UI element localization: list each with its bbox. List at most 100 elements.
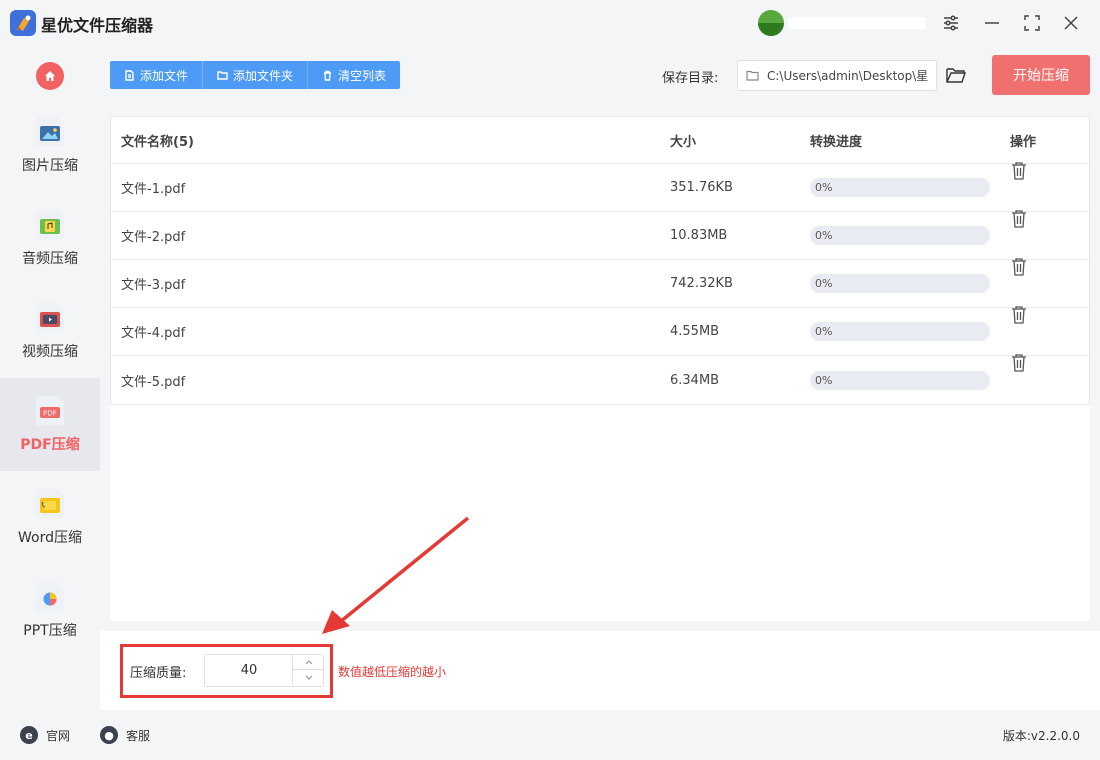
table-header: 文件名称(5) 大小 转换进度 操作 — [111, 117, 1089, 164]
increment-button[interactable] — [292, 655, 324, 670]
file-name: 文件-1.pdf — [121, 182, 186, 197]
progress-bar: 0% — [810, 322, 990, 341]
sidebar-item-label: 音频压缩 — [22, 250, 78, 267]
header-action: 操作 — [1010, 134, 1037, 150]
add-file-button[interactable]: 添加文件 — [110, 61, 204, 89]
app-logo-icon — [10, 10, 36, 36]
file-size: 4.55MB — [670, 324, 720, 339]
decrement-button[interactable] — [292, 670, 324, 685]
table-row[interactable]: 文件-3.pdf 742.32KB 0% — [111, 257, 1089, 308]
file-name: 文件-5.pdf — [121, 374, 186, 390]
maximize-icon[interactable] — [1019, 10, 1045, 36]
file-size: 6.34MB — [670, 372, 720, 388]
file-size: 351.76KB — [670, 180, 733, 195]
sidebar-item-label: PDF压缩 — [20, 436, 80, 453]
clear-list-label: 清空列表 — [338, 68, 387, 83]
header-name: 文件名称(5) — [121, 134, 194, 150]
sidebar-item-label: 视频压缩 — [22, 343, 78, 360]
word-compress-icon — [36, 488, 64, 519]
progress-bar: 0% — [810, 178, 990, 197]
close-icon[interactable] — [1058, 10, 1084, 36]
home-icon — [45, 71, 55, 81]
file-name: 文件-2.pdf — [121, 230, 186, 245]
audio-compress-icon — [36, 209, 64, 240]
website-link[interactable]: e 官网 — [20, 726, 70, 744]
add-folder-label: 添加文件夹 — [233, 68, 294, 83]
website-label: 官网 — [46, 728, 71, 743]
save-dir-label: 保存目录: — [662, 71, 719, 86]
video-compress-icon — [36, 302, 64, 333]
sidebar: 图片压缩 音频压缩 视频压缩 PDF PDF压缩 Word压缩 PPT压缩 — [0, 46, 100, 710]
table-row[interactable]: 文件-2.pdf 10.83MB 0% — [111, 209, 1089, 260]
browser-icon: e — [20, 726, 38, 744]
quality-hint: 数值越低压缩的越小 — [338, 665, 447, 679]
file-name: 文件-3.pdf — [121, 278, 186, 293]
header-size: 大小 — [670, 134, 697, 150]
progress-text: 0% — [815, 181, 833, 194]
progress-bar: 0% — [810, 274, 990, 293]
delete-row-icon[interactable] — [1010, 353, 1028, 373]
progress-text: 0% — [815, 373, 833, 387]
sidebar-item-video[interactable]: 视频压缩 — [0, 285, 100, 378]
support-link[interactable]: ● 客服 — [100, 726, 150, 744]
delete-row-icon[interactable] — [1010, 209, 1028, 229]
file-toolbar: 添加文件 添加文件夹 清空列表 — [110, 61, 401, 89]
folder-outline-icon — [746, 70, 759, 81]
chevron-up-icon — [305, 659, 312, 664]
file-list-panel: 文件名称(5) 大小 转换进度 操作 文件-1.pdf 351.76KB 0% … — [110, 116, 1090, 621]
delete-row-icon[interactable] — [1010, 257, 1028, 277]
user-avatar[interactable] — [758, 10, 784, 36]
start-compress-button[interactable]: 开始压缩 — [992, 55, 1090, 95]
add-folder-button[interactable]: 添加文件夹 — [203, 61, 309, 89]
username-redacted — [788, 17, 926, 29]
progress-text: 0% — [815, 229, 833, 242]
title-bar: 星优文件压缩器 — [0, 0, 1100, 46]
status-bar: e 官网 ● 客服 版本:v2.2.0.0 — [0, 710, 1100, 760]
sidebar-item-label: PPT压缩 — [23, 622, 77, 639]
sidebar-item-label: Word压缩 — [18, 529, 82, 546]
sidebar-item-ppt[interactable]: PPT压缩 — [0, 564, 100, 657]
table-row[interactable]: 文件-4.pdf 4.55MB 0% — [111, 305, 1089, 356]
version-text: 版本:v2.2.0.0 — [1002, 729, 1080, 743]
table-row[interactable]: 文件-1.pdf 351.76KB 0% — [111, 161, 1089, 212]
home-button[interactable] — [36, 62, 64, 90]
progress-bar: 0% — [810, 370, 990, 390]
app-title: 星优文件压缩器 — [41, 16, 154, 35]
ppt-compress-icon — [36, 581, 64, 612]
sidebar-item-label: 图片压缩 — [22, 157, 78, 174]
svg-text:PDF: PDF — [43, 409, 57, 417]
header-progress: 转换进度 — [810, 134, 863, 150]
table-row[interactable]: 文件-5.pdf 6.34MB 0% — [111, 353, 1089, 404]
settings-sliders-icon[interactable] — [938, 10, 964, 36]
delete-row-icon[interactable] — [1010, 305, 1028, 325]
quality-stepper[interactable] — [204, 654, 324, 687]
file-table: 文件名称(5) 大小 转换进度 操作 文件-1.pdf 351.76KB 0% … — [110, 116, 1090, 405]
quality-label: 压缩质量: — [130, 666, 187, 681]
file-icon — [125, 69, 134, 81]
sidebar-item-pdf[interactable]: PDF PDF压缩 — [0, 378, 100, 471]
progress-bar: 0% — [810, 226, 990, 245]
quality-input[interactable] — [206, 656, 292, 685]
image-compress-icon — [36, 116, 64, 147]
add-file-label: 添加文件 — [140, 68, 189, 83]
folder-icon — [217, 70, 228, 80]
sidebar-item-image[interactable]: 图片压缩 — [0, 99, 100, 192]
progress-text: 0% — [815, 277, 833, 290]
save-dir-path: C:\Users\admin\Desktop\星 — [767, 69, 929, 83]
sidebar-item-audio[interactable]: 音频压缩 — [0, 192, 100, 285]
clear-list-button[interactable]: 清空列表 — [308, 61, 400, 89]
sidebar-item-word[interactable]: Word压缩 — [0, 471, 100, 564]
pdf-compress-icon: PDF — [36, 395, 64, 426]
progress-text: 0% — [815, 325, 833, 338]
save-dir-input[interactable]: C:\Users\admin\Desktop\星 — [737, 60, 937, 91]
chevron-down-icon — [305, 675, 312, 680]
file-name: 文件-4.pdf — [121, 326, 186, 341]
trash-icon — [324, 70, 332, 81]
chat-bubble-icon: ● — [100, 726, 118, 744]
browse-folder-icon[interactable] — [945, 65, 967, 85]
minimize-icon[interactable] — [979, 10, 1005, 36]
file-size: 10.83MB — [670, 228, 728, 243]
file-size: 742.32KB — [670, 276, 733, 291]
delete-row-icon[interactable] — [1010, 161, 1028, 181]
support-label: 客服 — [126, 728, 151, 743]
